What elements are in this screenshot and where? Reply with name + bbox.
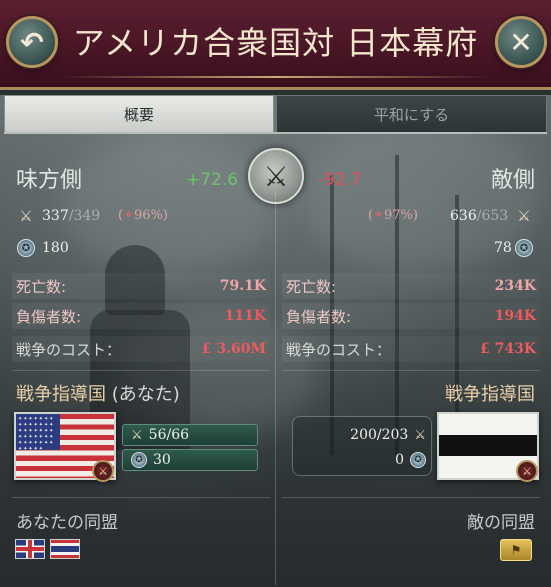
medal-icon: ✪ (515, 239, 533, 257)
crest-icon: ⚔ (248, 148, 304, 204)
section-divider (282, 497, 540, 498)
ally-morale: (✦96%) (118, 208, 168, 223)
enemy-morale-value: 97% (383, 208, 413, 223)
morale-icon: ✦ (373, 208, 384, 223)
enemy-leader-generals: 0 ✪ (336, 449, 426, 471)
ally-morale-value: 96% (133, 208, 163, 223)
section-divider (12, 497, 270, 498)
close-icon: ✕ (509, 25, 533, 59)
enemy-leader-troops-value: 200/203 (350, 427, 409, 443)
enemy-troops: 636/653 (450, 208, 508, 224)
enemy-deaths-label: 死亡数: (286, 277, 337, 296)
tab-make-peace-label: 平和にする (373, 105, 450, 124)
ally-leader-you: (あなた) (106, 384, 180, 405)
back-button[interactable]: ↶ (6, 16, 58, 68)
ally-troops-current: 337 (42, 208, 69, 224)
crossed-swords-icon: ⚔ (414, 427, 426, 443)
enemy-deaths-value: 234K (494, 278, 536, 294)
ally-troops: 337/349 (42, 208, 100, 224)
ally-deaths-row: 死亡数: 79.1K (16, 274, 266, 298)
ally-cost-label: 戦争のコスト： (16, 340, 122, 359)
tab-underline (4, 132, 547, 134)
back-icon: ↶ (20, 25, 44, 59)
enemy-deaths-row: 死亡数: 234K (286, 274, 536, 298)
ally-leader-title: 戦争指導国 (あなた) (16, 380, 180, 406)
ally-leader-troops-value: 56/66 (148, 427, 190, 443)
close-button[interactable]: ✕ (495, 16, 547, 68)
enemy-cost-value: £ 743K (479, 341, 536, 357)
enemy-cost-row: 戦争のコスト： £ 743K (286, 337, 536, 361)
enemy-wounded-value: 194K (494, 308, 536, 324)
ally-wounded-value: 111K (224, 308, 266, 324)
crossed-swords-icon: ⚔ (19, 207, 33, 225)
ally-cost-row: 戦争のコスト： £ 3.60M (16, 337, 266, 361)
ally-deaths-value: 79.1K (219, 278, 266, 294)
ally-deaths-label: 死亡数: (16, 277, 67, 296)
crossed-swords-icon: ⚔ (131, 427, 143, 443)
ally-alliance-title: あなたの同盟 (16, 513, 118, 533)
enemy-morale: (✦97%) (368, 208, 418, 223)
ally-leader-troops: ⚔ 56/66 (122, 424, 258, 446)
enemy-war-score: -92.7 (318, 170, 362, 190)
ally-generals: 180 (42, 240, 69, 256)
enemy-wounded-row: 負傷者数: 194K (286, 304, 536, 328)
ally-war-score: +72.6 (186, 170, 239, 190)
section-divider (12, 370, 270, 371)
gold-alliance-icon[interactable]: ⚑ (500, 539, 532, 561)
ally-cost-value: £ 3.60M (201, 341, 266, 357)
war-leader-badge-icon: ⚔ (516, 460, 538, 482)
enemy-generals: 78 (494, 240, 512, 256)
ally-troops-total: /349 (68, 208, 101, 224)
enemy-leader-generals-value: 0 (395, 452, 404, 468)
page-title: アメリカ合衆国対 日本幕府 (72, 24, 479, 62)
war-leader-badge-icon: ⚔ (92, 460, 114, 482)
section-divider (282, 370, 540, 371)
stars-canton: ✦✦✦✦✦✦✦✦✦✦✦✦✦✦✦✦✦✦✦✦✦✦✦✦✦✦✦✦✦✦✦✦✦✦✦✦✦✦✦✦ (16, 414, 60, 450)
center-divider (275, 190, 276, 585)
medal-icon: ✪ (17, 239, 35, 257)
enemy-troops-total: /653 (476, 208, 509, 224)
medal-icon: ✪ (410, 452, 426, 468)
header-ornament (60, 76, 491, 78)
ally-leader-generals-value: 30 (153, 452, 171, 468)
tab-overview[interactable]: 概要 (4, 95, 274, 133)
thailand-flag-icon[interactable] (50, 539, 80, 559)
window-header: アメリカ合衆国対 日本幕府 (0, 0, 551, 90)
medal-icon: ✪ (131, 452, 147, 468)
enemy-troops-current: 636 (450, 208, 477, 224)
ally-leader-generals: ✪ 30 (122, 449, 258, 471)
enemy-side-label: 敵側 (490, 168, 535, 193)
tab-overview-label: 概要 (123, 106, 154, 124)
crossed-swords-icon: ⚔ (517, 207, 531, 225)
enemy-leader-title: 戦争指導国 (445, 384, 535, 405)
ally-side-label: 味方側 (16, 168, 83, 193)
morale-icon: ✦ (123, 208, 134, 223)
uk-flag-icon[interactable] (15, 539, 45, 559)
tab-make-peace[interactable]: 平和にする (276, 95, 547, 133)
ally-leader-title-text: 戦争指導国 (16, 384, 106, 405)
enemy-cost-label: 戦争のコスト： (286, 340, 392, 359)
enemy-leader-troops: 200/203 ⚔ (336, 424, 426, 446)
enemy-alliance-title: 敵の同盟 (467, 513, 535, 533)
ally-wounded-row: 負傷者数: 111K (16, 304, 266, 328)
ally-wounded-label: 負傷者数: (16, 307, 82, 326)
enemy-wounded-label: 負傷者数: (286, 307, 352, 326)
